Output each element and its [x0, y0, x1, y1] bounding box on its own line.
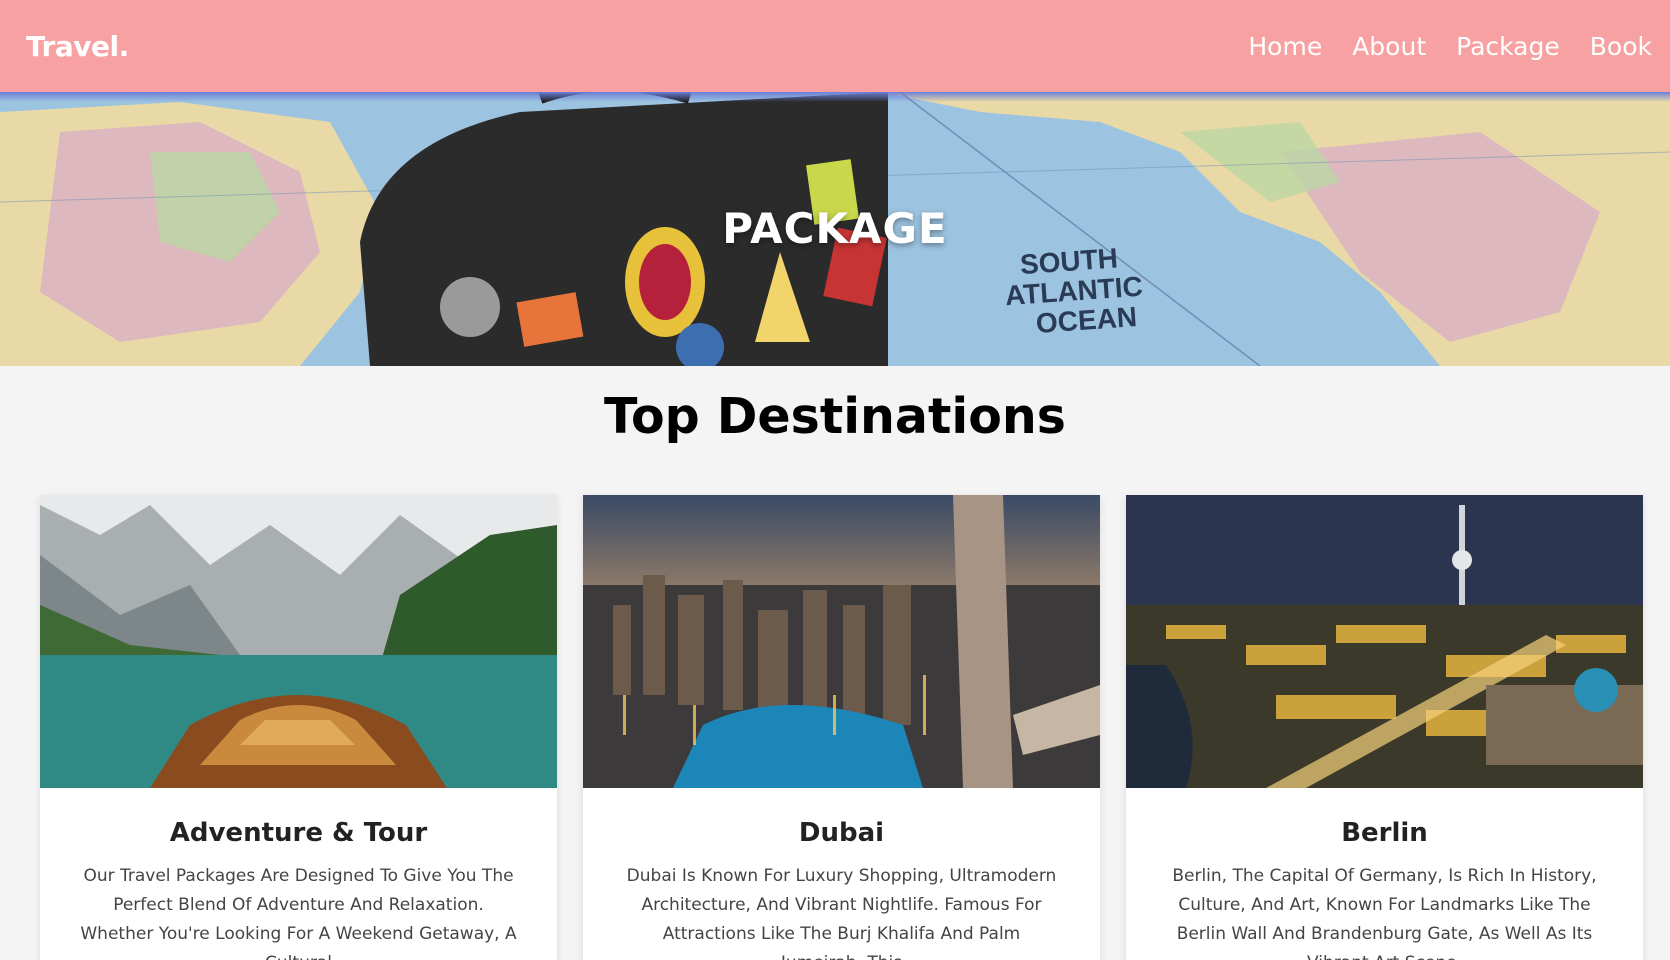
top-navbar: Travel. Home About Package Book [0, 0, 1670, 92]
card-title: Dubai [798, 818, 885, 848]
card-image-berlin-night [1126, 495, 1643, 788]
section-title: Top Destinations [604, 388, 1066, 445]
card-description: Berlin, The Capital Of Germany, Is Rich … [1172, 866, 1597, 960]
hero-banner: SOUTH ATLANTIC OCEAN PACKAGE [0, 92, 1670, 366]
main-nav: Home About Package Book [1248, 32, 1652, 61]
site-logo[interactable]: Travel. [26, 30, 129, 63]
card-image-lake-boat [40, 495, 557, 788]
destination-cards: Adventure & Tour Our Travel Packages Are… [40, 495, 1643, 960]
destination-card-dubai[interactable]: Dubai Dubai Is Known For Luxury Shopping… [583, 495, 1100, 960]
destination-card-berlin[interactable]: Berlin Berlin, The Capital Of Germany, I… [1126, 495, 1643, 960]
hero-title: PACKAGE [722, 204, 948, 253]
card-title: Adventure & Tour [169, 818, 428, 848]
nav-link-package[interactable]: Package [1456, 32, 1560, 61]
nav-link-book[interactable]: Book [1590, 32, 1652, 61]
card-description: Our Travel Packages Are Designed To Give… [80, 866, 517, 960]
card-image-dubai-skyline [583, 495, 1100, 788]
card-title: Berlin [1341, 818, 1428, 848]
nav-link-about[interactable]: About [1352, 32, 1426, 61]
nav-link-home[interactable]: Home [1248, 32, 1322, 61]
destination-card-adventure[interactable]: Adventure & Tour Our Travel Packages Are… [40, 495, 557, 960]
card-description: Dubai Is Known For Luxury Shopping, Ultr… [626, 866, 1057, 960]
